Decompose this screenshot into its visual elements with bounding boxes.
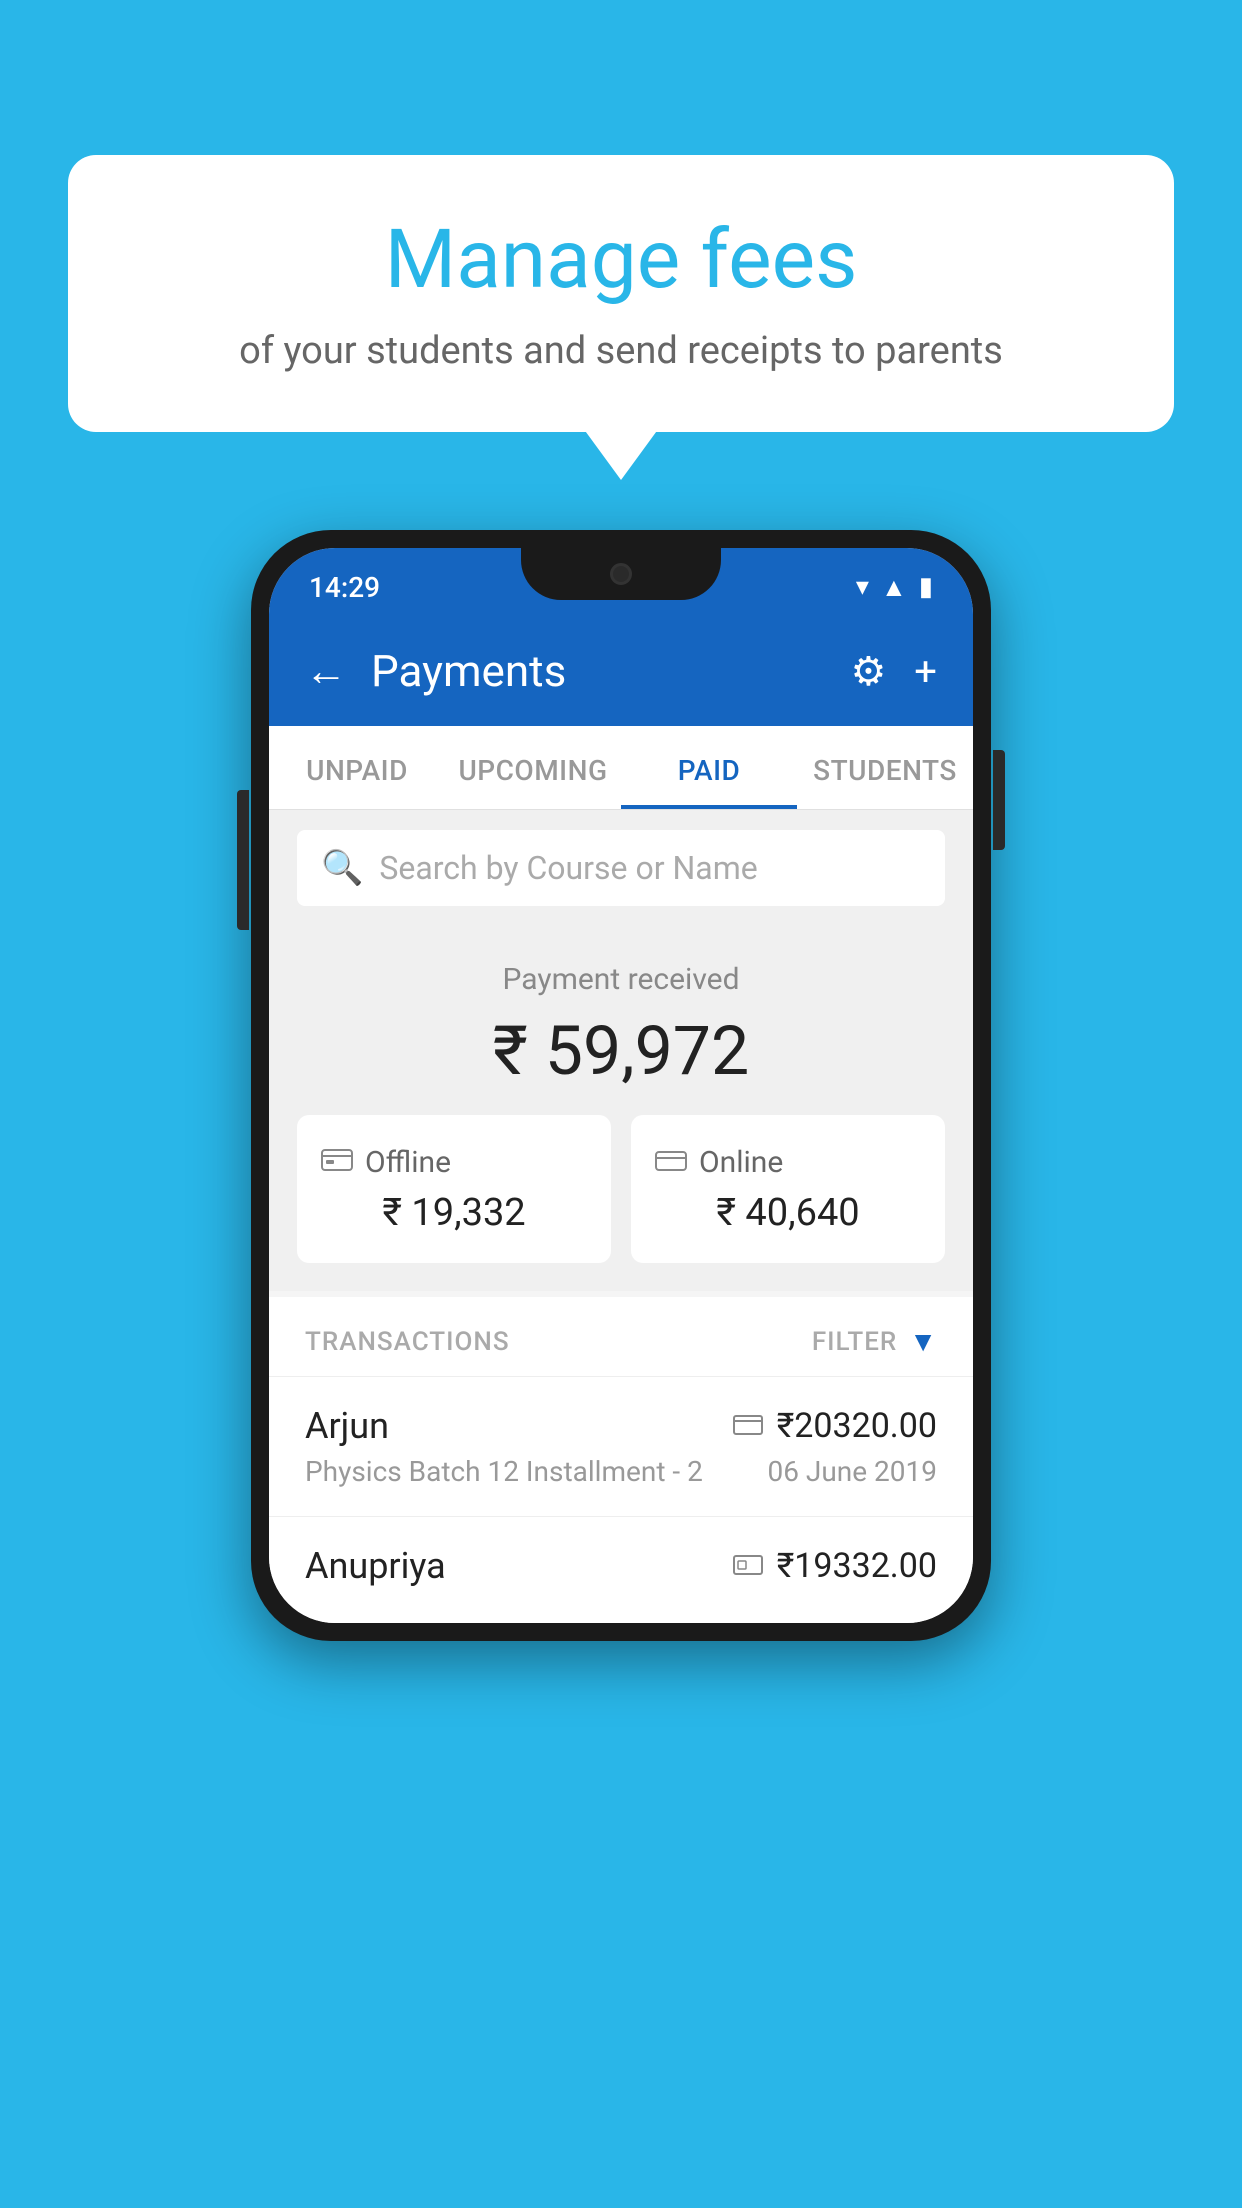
transaction-bottom-1: Physics Batch 12 Installment - 2 06 June…: [305, 1455, 937, 1488]
wifi-icon: ▾: [856, 572, 869, 602]
status-icons: ▾ ▲ ▮: [856, 572, 933, 603]
transaction-right-2: ₹19332.00: [733, 1546, 937, 1586]
online-amount: ₹ 40,640: [655, 1191, 921, 1235]
page-title: Payments: [371, 645, 826, 697]
transactions-label: TRANSACTIONS: [305, 1327, 510, 1357]
transaction-desc-1: Physics Batch 12 Installment - 2: [305, 1455, 703, 1488]
tab-students[interactable]: STUDENTS: [797, 726, 973, 809]
offline-amount: ₹ 19,332: [321, 1191, 587, 1235]
transaction-amount-2: ₹19332.00: [777, 1546, 937, 1586]
payment-label: Payment received: [297, 962, 945, 997]
tab-paid[interactable]: PAID: [621, 726, 797, 809]
tabs-container: UNPAID UPCOMING PAID STUDENTS: [269, 726, 973, 810]
filter-label: FILTER: [812, 1327, 897, 1357]
transaction-top-2: Anupriya ₹19332.00: [305, 1545, 937, 1587]
battery-icon: ▮: [919, 572, 933, 602]
transactions-header: TRANSACTIONS FILTER ▼: [269, 1297, 973, 1376]
online-label: Online: [699, 1145, 783, 1180]
transaction-amount-1: ₹20320.00: [777, 1406, 937, 1446]
filter-container[interactable]: FILTER ▼: [812, 1325, 937, 1358]
transaction-right-1: ₹20320.00: [733, 1406, 937, 1446]
payment-total-amount: ₹ 59,972: [297, 1011, 945, 1091]
tab-unpaid[interactable]: UNPAID: [269, 726, 445, 809]
payment-received-section: Payment received ₹ 59,972: [269, 926, 973, 1291]
settings-icon[interactable]: ⚙: [850, 648, 886, 695]
tab-upcoming[interactable]: UPCOMING: [445, 726, 621, 809]
search-bar[interactable]: 🔍 Search by Course or Name: [297, 830, 945, 906]
header-icons: ⚙ +: [850, 648, 937, 695]
signal-icon: ▲: [881, 572, 907, 603]
status-time: 14:29: [309, 571, 380, 604]
offline-label: Offline: [365, 1145, 451, 1180]
speech-bubble-container: Manage fees of your students and send re…: [68, 155, 1174, 432]
payment-cards: Offline ₹ 19,332 Online: [297, 1115, 945, 1263]
filter-icon: ▼: [909, 1325, 937, 1358]
card-icon-1: [733, 1409, 763, 1444]
phone-mockup: 14:29 ▾ ▲ ▮ ← Payments ⚙ + UNPAID: [251, 530, 991, 1641]
back-button[interactable]: ←: [305, 647, 347, 696]
phone-outer: 14:29 ▾ ▲ ▮ ← Payments ⚙ + UNPAID: [251, 530, 991, 1641]
bubble-title: Manage fees: [138, 215, 1104, 305]
offline-card-header: Offline: [321, 1143, 587, 1181]
add-icon[interactable]: +: [914, 648, 937, 695]
transaction-name-1: Arjun: [305, 1405, 389, 1447]
transaction-date-1: 06 June 2019: [767, 1455, 937, 1488]
offline-card: Offline ₹ 19,332: [297, 1115, 611, 1263]
app-header: ← Payments ⚙ +: [269, 616, 973, 726]
search-container: 🔍 Search by Course or Name: [269, 810, 973, 926]
transaction-row-1[interactable]: Arjun ₹20320.00 Physics Batch 12 Install…: [269, 1376, 973, 1516]
phone-inner: 14:29 ▾ ▲ ▮ ← Payments ⚙ + UNPAID: [269, 548, 973, 1623]
transaction-top-1: Arjun ₹20320.00: [305, 1405, 937, 1447]
speech-bubble: Manage fees of your students and send re…: [68, 155, 1174, 432]
search-input[interactable]: Search by Course or Name: [379, 849, 757, 887]
transaction-name-2: Anupriya: [305, 1545, 446, 1587]
bubble-subtitle: of your students and send receipts to pa…: [138, 327, 1104, 376]
online-icon: [655, 1143, 687, 1181]
cash-icon-2: [733, 1549, 763, 1584]
online-card-header: Online: [655, 1143, 921, 1181]
search-icon: 🔍: [321, 848, 363, 888]
camera: [610, 563, 632, 585]
offline-icon: [321, 1143, 353, 1181]
online-card: Online ₹ 40,640: [631, 1115, 945, 1263]
notch: [521, 548, 721, 600]
transaction-row-2[interactable]: Anupriya ₹19332.00: [269, 1516, 973, 1623]
